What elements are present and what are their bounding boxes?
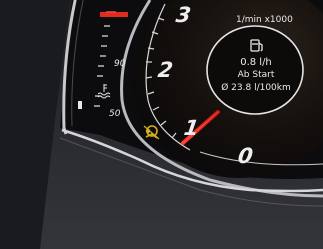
rpm-number-3: 3: [174, 3, 193, 27]
rpm-number-2: 2: [156, 58, 175, 82]
temp-level-segment: [78, 101, 82, 109]
rpm-number-1: 1: [182, 116, 201, 140]
temp-hot-zone-glow: [106, 11, 116, 13]
current-consumption: 0.8 l/h: [240, 57, 272, 68]
since-start-label: Ab Start: [237, 70, 275, 80]
rpm-number-0: 0: [236, 144, 255, 168]
cluster-shapes: [0, 0, 323, 249]
temp-tick-label-50: 50: [109, 109, 121, 119]
temp-tick-label-90: 90: [114, 59, 126, 69]
average-consumption: Ø 23.8 l/100km: [221, 83, 291, 93]
instrument-cluster-photo: 3 2 1 0 1/min x1000 0.8 l/h Ab Start Ø 2…: [0, 0, 323, 249]
rpm-unit-label: 1/min x1000: [236, 15, 293, 25]
